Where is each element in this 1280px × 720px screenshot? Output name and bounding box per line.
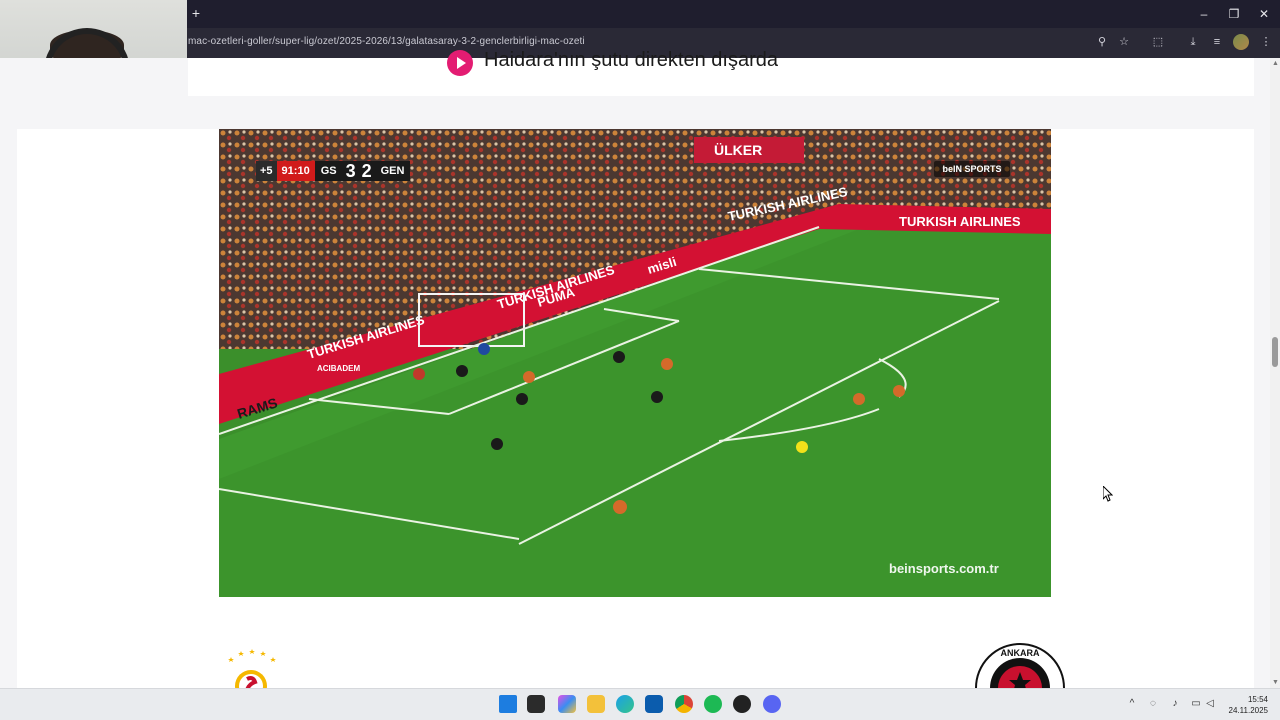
away-score: 2 xyxy=(358,161,375,181)
scrollbar-thumb[interactable] xyxy=(1272,337,1278,367)
windows-taskbar xyxy=(0,688,1280,720)
clock-date: 24.11.2025 xyxy=(1228,706,1268,715)
crest-text-ankara: ANKARA xyxy=(1001,648,1040,658)
scorebug: +5 91:10 GS 3 2 GEN xyxy=(256,161,411,181)
page-scrollbar[interactable] xyxy=(1270,58,1280,688)
network-icon[interactable]: ◌ xyxy=(1146,697,1160,711)
address-bar-url[interactable]: mac-ozetleri-goller/super-lig/ozet/2025-… xyxy=(188,36,585,47)
browser-menu-icon[interactable]: ⋮ xyxy=(1257,34,1275,50)
obs-icon[interactable] xyxy=(733,695,751,713)
video-player[interactable]: TURKISH AIRLINES TURKISH AIRLINES TURKIS… xyxy=(219,129,1051,597)
event-title[interactable]: Haidara'nın şutu direkten dışarda xyxy=(484,49,778,72)
home-team-code: GS xyxy=(314,161,343,181)
away-team-code: GEN xyxy=(374,161,411,181)
board-ta-2: TURKISH AIRLINES xyxy=(899,214,1021,229)
extensions-icon[interactable]: ⬚ xyxy=(1149,34,1167,50)
minimize-button[interactable]: – xyxy=(1192,6,1216,22)
spotify-icon[interactable] xyxy=(704,695,722,713)
tray-chevron-icon[interactable]: ^ xyxy=(1125,697,1139,711)
reading-list-icon[interactable]: ≡ xyxy=(1208,34,1226,50)
play-event-button[interactable] xyxy=(447,50,473,76)
board-acibadem: ACIBADEM xyxy=(317,364,360,373)
broadcaster-logo: beIN SPORTS xyxy=(934,161,1010,177)
galatasaray-crest-icon xyxy=(219,646,283,688)
added-time: +5 xyxy=(256,161,277,181)
chrome-icon[interactable] xyxy=(675,695,693,713)
taskbar-clock[interactable]: 15:54 24.11.2025 xyxy=(1222,694,1268,716)
edge-icon[interactable] xyxy=(616,695,634,713)
scroll-down-icon[interactable]: ▼ xyxy=(1272,679,1279,686)
clock-time: 15:54 xyxy=(1247,695,1268,704)
profile-avatar[interactable] xyxy=(1233,34,1249,50)
copilot-icon[interactable] xyxy=(558,695,576,713)
video-frame: TURKISH AIRLINES TURKISH AIRLINES TURKIS… xyxy=(219,129,1051,597)
match-clock: 91:10 xyxy=(276,161,315,181)
home-score: 3 xyxy=(342,161,359,181)
mouse-cursor-icon xyxy=(1103,486,1113,502)
new-tab-button[interactable]: + xyxy=(189,5,203,21)
bookmark-star-icon[interactable]: ☆ xyxy=(1115,34,1133,50)
start-menu-icon[interactable] xyxy=(499,695,517,713)
video-watermark: beinsports.com.tr xyxy=(889,561,999,576)
close-window-button[interactable]: ✕ xyxy=(1252,6,1276,22)
store-icon[interactable] xyxy=(645,695,663,713)
display-icon[interactable]: ▭ xyxy=(1189,697,1203,711)
board-ulker: ÜLKER xyxy=(714,142,762,158)
restore-button[interactable]: ❐ xyxy=(1222,6,1246,22)
downloads-icon[interactable]: ⤓ xyxy=(1184,34,1202,50)
score-separator xyxy=(590,680,680,698)
genclerbirligi-crest-icon: ANKARA xyxy=(974,642,1066,688)
scroll-up-icon[interactable]: ▲ xyxy=(1272,60,1279,67)
zoom-icon[interactable]: ⚲ xyxy=(1093,34,1111,50)
file-explorer-icon[interactable] xyxy=(587,695,605,713)
volume-icon[interactable]: ◁ xyxy=(1203,697,1217,711)
task-view-icon[interactable] xyxy=(527,695,545,713)
microphone-icon[interactable]: ♪ xyxy=(1168,697,1182,711)
discord-icon[interactable] xyxy=(763,695,781,713)
